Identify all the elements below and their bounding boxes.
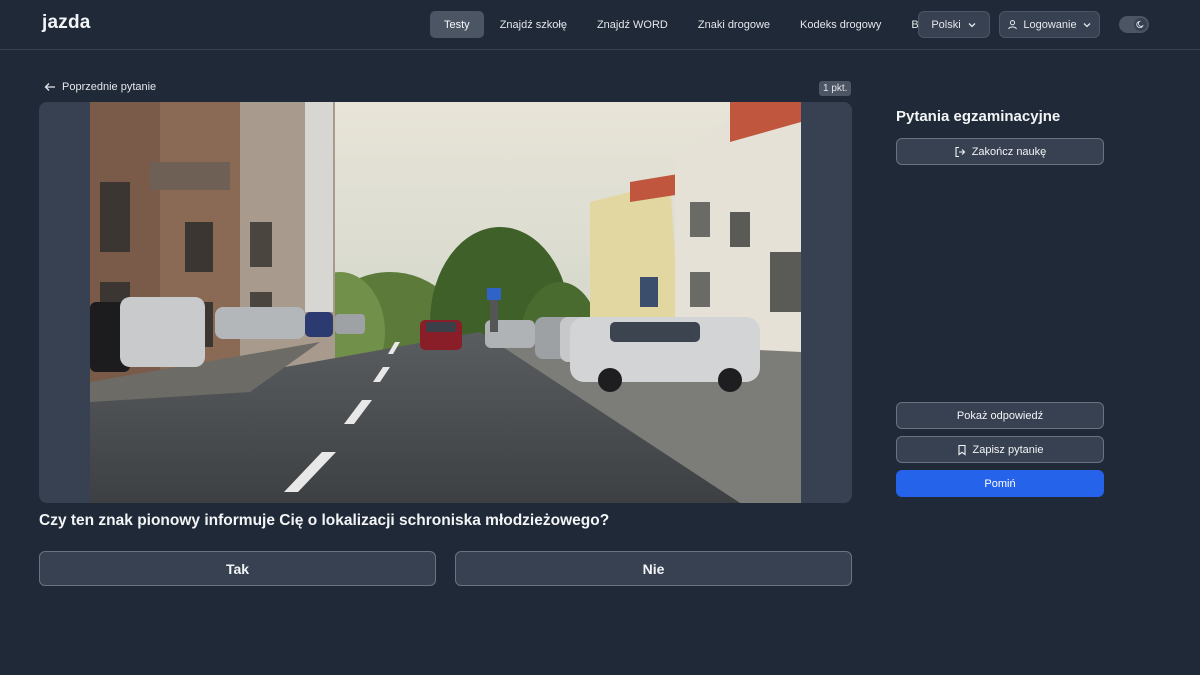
moon-icon <box>1134 18 1147 31</box>
top-navbar: jazda Testy Znajdź szkołę Znajdź WORD Zn… <box>0 0 1200 50</box>
nav-item-find-school[interactable]: Znajdź szkołę <box>486 11 581 38</box>
chevron-down-icon <box>1083 22 1091 27</box>
finish-learning-label: Zakończ naukę <box>971 145 1047 158</box>
bookmark-icon <box>957 444 966 456</box>
nav-item-find-word[interactable]: Znajdź WORD <box>583 11 682 38</box>
login-label: Logowanie <box>1023 18 1077 31</box>
logout-icon <box>955 146 965 157</box>
points-label: 1 pkt. <box>823 83 848 94</box>
save-question-label: Zapisz pytanie <box>972 443 1044 456</box>
points-badge: 1 pkt. <box>819 81 852 96</box>
street-scene-image <box>90 102 801 503</box>
logo[interactable]: jazda <box>42 12 91 34</box>
finish-learning-button[interactable]: Zakończ naukę <box>896 138 1104 165</box>
nav-item-tests[interactable]: Testy <box>430 11 484 38</box>
question-text: Czy ten znak pionowy informuje Cię o lok… <box>39 512 610 529</box>
skip-label: Pomiń <box>984 477 1016 490</box>
language-select[interactable]: Polski <box>918 11 990 38</box>
nav-item-road-code[interactable]: Kodeks drogowy <box>786 11 895 38</box>
theme-toggle[interactable] <box>1119 16 1149 33</box>
save-question-button[interactable]: Zapisz pytanie <box>896 436 1104 463</box>
nav-label: Znaki drogowe <box>697 18 771 31</box>
answer-label: Tak <box>225 560 250 577</box>
answer-yes-button[interactable]: Tak <box>39 551 436 586</box>
answer-no-button[interactable]: Nie <box>455 551 852 586</box>
nav-label: Znajdź WORD <box>596 18 668 31</box>
main-nav: Testy Znajdź szkołę Znajdź WORD Znaki dr… <box>430 11 949 38</box>
show-answer-label: Pokaż odpowiedź <box>956 409 1044 422</box>
previous-question-label: Poprzednie pytanie <box>62 81 157 93</box>
nav-label: Kodeks drogowy <box>800 18 882 31</box>
login-button[interactable]: Logowanie <box>999 11 1100 38</box>
language-label: Polski <box>931 18 961 31</box>
question-media <box>39 102 852 503</box>
user-icon <box>1008 20 1018 30</box>
skip-button[interactable]: Pomiń <box>896 470 1104 497</box>
show-answer-button[interactable]: Pokaż odpowiedź <box>896 402 1104 429</box>
logo-text: jazda <box>42 12 91 33</box>
arrow-left-icon <box>44 83 55 91</box>
previous-question-link[interactable]: Poprzednie pytanie <box>44 81 156 93</box>
nav-label: Testy <box>444 18 470 31</box>
chevron-down-icon <box>968 22 976 27</box>
nav-label: Znajdź szkołę <box>499 18 567 31</box>
answer-label: Nie <box>642 560 665 577</box>
sidebar-title: Pytania egzaminacyjne <box>896 108 1061 125</box>
nav-item-road-signs[interactable]: Znaki drogowe <box>684 11 784 38</box>
